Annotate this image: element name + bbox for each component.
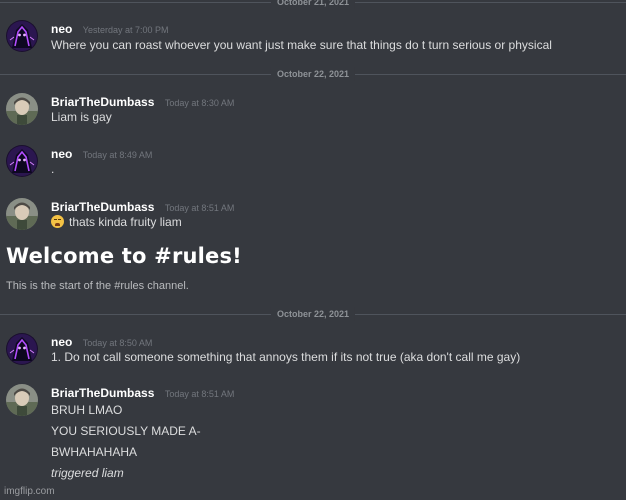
avatar-briar-image [6,384,38,416]
message-text: BRUH LMAO [51,403,123,417]
date-divider: October 22, 2021 [0,307,626,321]
message-timestamp: Today at 8:49 AM [82,150,153,160]
avatar-briar-image [6,198,38,230]
avatar-briar[interactable] [6,198,38,230]
message-text: Where you can roast whoever you want jus… [51,38,552,52]
message-timestamp: Today at 8:30 AM [164,98,235,108]
message-text: Liam is gay [51,110,112,124]
message-text-row: thats kinda fruity liam [51,215,182,229]
message-text: triggered liam [51,466,124,480]
avatar-neo-image [6,20,38,52]
avatar-briar-image [6,93,38,125]
message-text: 1. Do not call someone something that an… [51,350,521,364]
divider-date: October 21, 2021 [270,0,356,9]
avatar-briar[interactable] [6,384,38,416]
message-timestamp: Yesterday at 7:00 PM [82,25,169,35]
message-text: . [51,162,55,176]
message-text: thats kinda fruity liam [69,215,182,229]
divider-date: October 22, 2021 [270,307,356,321]
date-divider: October 22, 2021 [0,67,626,81]
date-divider: October 21, 2021 [0,0,626,9]
author-name[interactable]: neo [51,147,72,161]
message-timestamp: Today at 8:50 AM [82,338,153,348]
avatar-neo-image [6,333,38,365]
avatar-neo[interactable] [6,145,38,177]
author-name[interactable]: BriarTheDumbass [51,95,154,109]
avatar-neo[interactable] [6,333,38,365]
avatar-neo-image [6,145,38,177]
watermark: imgflip.com [4,486,55,497]
message-text: BWHAHAHAHA [51,445,138,459]
channel-welcome-subtitle: This is the start of the #rules channel. [6,280,189,292]
divider-date: October 22, 2021 [270,67,356,81]
message-timestamp: Today at 8:51 AM [164,389,235,399]
author-name[interactable]: neo [51,335,72,349]
author-name[interactable]: neo [51,22,72,36]
avatar-briar[interactable] [6,93,38,125]
avatar-neo[interactable] [6,20,38,52]
weary-face-emoji-icon [51,215,64,228]
message-timestamp: Today at 8:51 AM [164,203,235,213]
message-text: YOU SERIOUSLY MADE A- [51,424,201,438]
author-name[interactable]: BriarTheDumbass [51,386,154,400]
channel-welcome-title: Welcome to #rules! [6,244,242,268]
author-name[interactable]: BriarTheDumbass [51,200,154,214]
